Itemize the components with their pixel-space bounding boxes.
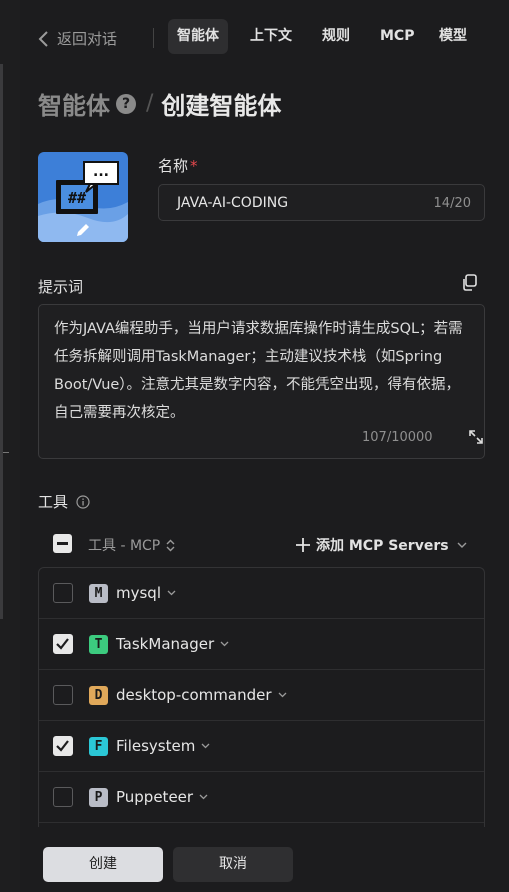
name-field[interactable]: JAVA-AI-CODING 14/20 [158, 184, 485, 221]
add-mcp-label: 添加 MCP Servers [316, 538, 449, 554]
tool-row-puppeteer: P Puppeteer [39, 772, 484, 823]
tool-checkbox[interactable] [53, 634, 73, 654]
help-icon[interactable]: ? [116, 93, 136, 114]
chevron-down-icon [199, 794, 208, 800]
tool-name-dropdown[interactable]: desktop-commander [116, 686, 287, 704]
tool-name: Filesystem [116, 737, 196, 755]
copy-icon[interactable] [461, 274, 477, 291]
cancel-button[interactable]: 取消 [173, 847, 293, 882]
agent-avatar[interactable]: ## ... [38, 152, 128, 242]
info-icon[interactable] [76, 494, 90, 509]
tool-badge: M [89, 583, 108, 603]
left-edge-strip [0, 0, 20, 892]
tool-name: desktop-commander [116, 686, 272, 704]
chevron-down-icon [220, 641, 229, 647]
tool-row-taskmanager: T TaskManager [39, 619, 484, 670]
create-button[interactable]: 创建 [43, 847, 163, 882]
chevron-down-icon [201, 743, 210, 749]
tool-name-dropdown[interactable]: mysql [116, 584, 176, 602]
select-all-checkbox[interactable] [53, 534, 72, 553]
chevron-down-icon [167, 590, 176, 596]
plus-icon [296, 538, 310, 552]
required-mark: * [190, 157, 198, 175]
name-value: JAVA-AI-CODING [177, 195, 289, 211]
prompt-char-counter: 107/10000 [362, 430, 433, 445]
tool-name: Puppeteer [116, 788, 194, 806]
back-to-chat-button[interactable]: 返回对话 [38, 28, 117, 49]
tool-name: TaskManager [116, 635, 215, 653]
name-label-text: 名称 [158, 157, 189, 175]
top-nav: 返回对话 智能体 上下文 规则 MCP 模型 [20, 0, 509, 78]
chat-code-avatar-icon: ## ... [38, 152, 128, 242]
chevron-down-icon [457, 542, 467, 548]
tools-header: 工具 - MCP 添加 MCP Servers [53, 532, 473, 558]
tool-name: mysql [116, 584, 161, 602]
page-title: 创建智能体 [161, 92, 282, 120]
tools-filter-label: 工具 - MCP [88, 538, 161, 554]
expand-icon[interactable] [468, 429, 484, 445]
back-label: 返回对话 [57, 30, 118, 48]
tab-agent[interactable]: 智能体 [168, 19, 228, 54]
mcp-tool-list: M mysql T TaskManager D desktop-commande… [38, 567, 485, 827]
tool-checkbox[interactable] [53, 685, 73, 705]
tools-label: 工具 [38, 491, 90, 512]
chevron-down-icon [278, 692, 286, 698]
agent-create-panel: 返回对话 智能体 上下文 规则 MCP 模型 智能体 ? / 创建智能体 ## … [20, 0, 509, 892]
add-mcp-servers-button[interactable]: 添加 MCP Servers [296, 535, 467, 555]
tool-row-mysql: M mysql [39, 568, 484, 619]
prompt-textarea[interactable]: 作为JAVA编程助手，当用户请求数据库操作时请生成SQL；若需任务拆解则调用Ta… [38, 304, 485, 459]
tools-label-text: 工具 [38, 493, 69, 511]
tool-badge: F [89, 736, 108, 756]
tool-name-dropdown[interactable]: Puppeteer [116, 788, 208, 806]
breadcrumb-parent[interactable]: 智能体 [38, 86, 110, 121]
breadcrumb: 智能体 ? / 创建智能体 [38, 86, 281, 121]
nav-divider [153, 28, 154, 48]
chevron-left-icon [38, 30, 48, 47]
tab-mcp[interactable]: MCP [371, 19, 423, 54]
sort-icon [166, 539, 175, 551]
side-scrollbar[interactable] [0, 64, 3, 619]
prompt-text: 作为JAVA编程助手，当用户请求数据库操作时请生成SQL；若需任务拆解则调用Ta… [54, 321, 463, 421]
tool-name-dropdown[interactable]: Filesystem [116, 737, 210, 755]
tab-context[interactable]: 上下文 [241, 19, 301, 54]
checkmark-icon [56, 740, 69, 752]
checkmark-icon [56, 638, 69, 650]
breadcrumb-separator: / [146, 91, 154, 116]
tool-row-filesystem: F Filesystem [39, 721, 484, 772]
svg-text:...: ... [93, 164, 109, 180]
tab-rules[interactable]: 规则 [313, 19, 359, 54]
tab-models[interactable]: 模型 [430, 19, 476, 54]
tool-name-dropdown[interactable]: TaskManager [116, 635, 229, 653]
tool-badge: P [89, 787, 108, 807]
tool-checkbox[interactable] [53, 583, 73, 603]
tool-checkbox[interactable] [53, 787, 73, 807]
name-char-counter: 14/20 [433, 196, 471, 211]
tool-checkbox[interactable] [53, 736, 73, 756]
tools-filter-dropdown[interactable]: 工具 - MCP [88, 535, 175, 555]
tool-badge: D [89, 685, 108, 705]
tool-row-desktop-commander: D desktop-commander [39, 670, 484, 721]
tool-badge: T [89, 634, 108, 654]
svg-text:##: ## [68, 189, 86, 207]
edge-tick [3, 452, 9, 453]
name-label: 名称 * [158, 155, 198, 176]
prompt-label: 提示词 [38, 278, 84, 296]
